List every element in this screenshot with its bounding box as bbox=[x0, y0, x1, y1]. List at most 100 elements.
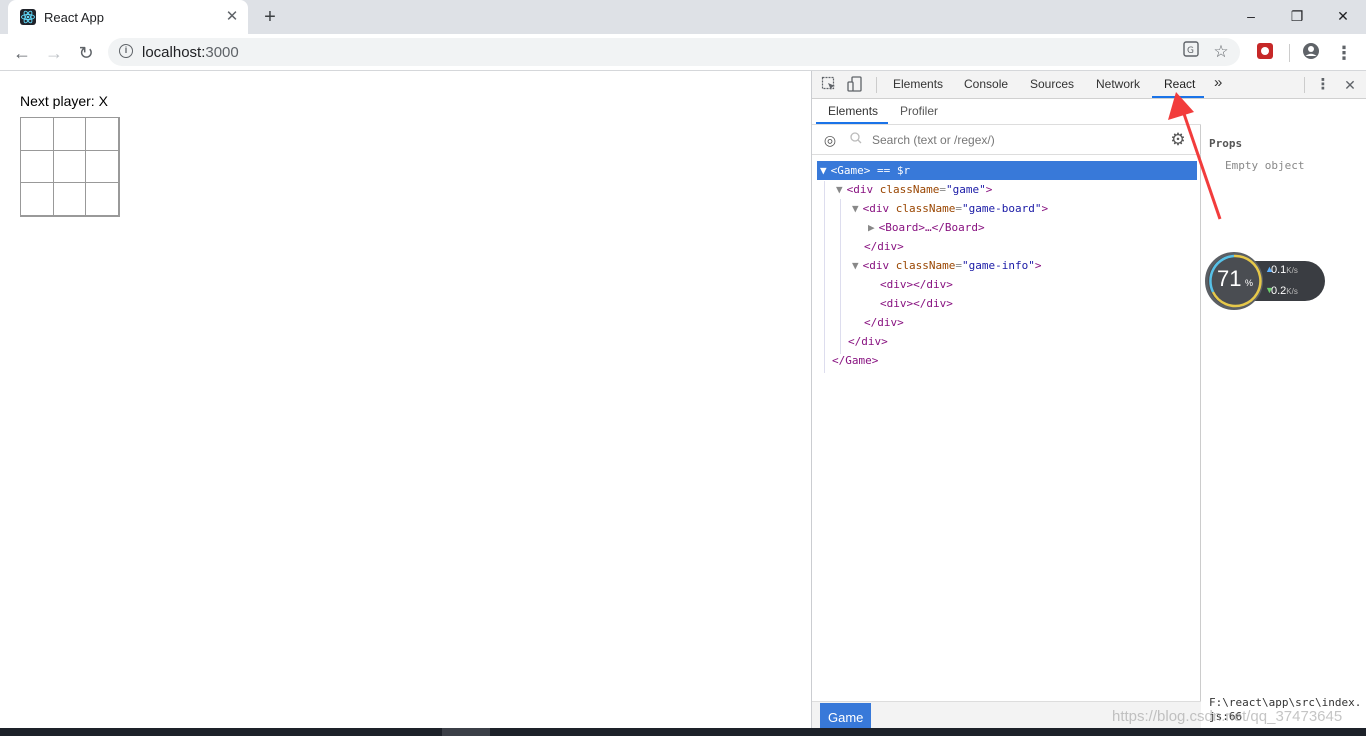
reload-button[interactable]: ↻ bbox=[72, 39, 100, 67]
props-empty-text: Empty object bbox=[1225, 159, 1305, 172]
profile-icon[interactable] bbox=[1300, 42, 1322, 64]
subtab-profiler[interactable]: Profiler bbox=[900, 104, 938, 118]
tree-node[interactable]: ▼ <div className="game"> bbox=[836, 180, 992, 199]
tree-node[interactable]: <div></div> bbox=[868, 275, 953, 294]
translate-icon[interactable]: G bbox=[1180, 41, 1202, 63]
closing-tag: </div> bbox=[848, 335, 888, 348]
tree-node[interactable]: </Game> bbox=[820, 351, 878, 370]
close-window-button[interactable]: ✕ bbox=[1320, 3, 1366, 29]
react-favicon-icon bbox=[20, 9, 36, 25]
annotation-arrow bbox=[1168, 92, 1222, 220]
attr-name: className bbox=[895, 259, 956, 272]
react-subtabs: Elements Profiler bbox=[812, 99, 1201, 125]
site-info-icon[interactable]: i bbox=[119, 44, 133, 58]
toolbar-divider bbox=[1289, 44, 1290, 62]
select-component-icon[interactable]: ◎ bbox=[822, 132, 838, 148]
tabbar-divider bbox=[1304, 77, 1305, 93]
tag-name: div bbox=[869, 259, 890, 272]
tree-node[interactable]: ▼ <div className="game-info"> bbox=[852, 256, 1041, 275]
board-square[interactable] bbox=[52, 182, 87, 216]
board-square[interactable] bbox=[20, 149, 54, 184]
tree-node[interactable]: </div> bbox=[852, 237, 904, 256]
page-viewport: Next player: X bbox=[0, 71, 811, 736]
tree-toggle-icon[interactable]: ▼ bbox=[852, 259, 859, 272]
devtools-tabbar: Elements Console Sources Network React »… bbox=[812, 71, 1366, 99]
tab-title: React App bbox=[44, 10, 104, 25]
address-bar[interactable]: i localhost:3000 G ☆ bbox=[108, 38, 1240, 66]
attr-value: "game-info" bbox=[961, 259, 1035, 272]
tree-toggle-icon[interactable]: ▼ bbox=[836, 183, 843, 196]
tag-name: div bbox=[869, 202, 890, 215]
bookmark-star-icon[interactable]: ☆ bbox=[1210, 41, 1232, 63]
chrome-menu-icon[interactable]: ⋮ bbox=[1333, 42, 1355, 64]
inspect-element-icon[interactable] bbox=[820, 76, 838, 94]
leaf-node: <div></div> bbox=[880, 297, 953, 310]
active-subtab-indicator bbox=[816, 122, 888, 124]
game-status: Next player: X bbox=[20, 93, 108, 109]
tab-console[interactable]: Console bbox=[964, 77, 1008, 91]
tab-close-icon[interactable]: ✕ bbox=[222, 7, 242, 27]
board-square[interactable] bbox=[20, 117, 54, 151]
search-icon bbox=[850, 132, 866, 148]
url-text[interactable]: localhost:3000 bbox=[142, 44, 239, 61]
leaf-node: <div></div> bbox=[880, 278, 953, 291]
closing-tag: </Game> bbox=[832, 354, 879, 367]
tree-toggle-icon[interactable]: ▶ bbox=[868, 221, 875, 234]
minimize-button[interactable]: – bbox=[1228, 3, 1274, 29]
download-speed: 0.2K/s bbox=[1271, 285, 1298, 297]
devtools-menu-icon[interactable]: ⋮ bbox=[1314, 76, 1332, 94]
subtab-elements[interactable]: Elements bbox=[828, 104, 878, 118]
taskbar bbox=[0, 728, 1366, 736]
board-square[interactable] bbox=[52, 117, 87, 151]
board-square[interactable] bbox=[85, 117, 119, 151]
upload-speed: 0.1K/s bbox=[1271, 264, 1298, 276]
close-devtools-icon[interactable]: ✕ bbox=[1341, 76, 1359, 94]
tab-sources[interactable]: Sources bbox=[1030, 77, 1074, 91]
tab-elements[interactable]: Elements bbox=[893, 77, 943, 91]
collapsed-node: <Board>…</Board> bbox=[878, 221, 985, 234]
percent-symbol: % bbox=[1245, 278, 1254, 288]
board-square[interactable] bbox=[52, 149, 87, 184]
tag-name: div bbox=[853, 183, 874, 196]
usage-percent: 71 bbox=[1217, 266, 1242, 291]
tree-guide bbox=[824, 181, 825, 373]
tree-toggle-icon[interactable]: ▼ bbox=[852, 202, 859, 215]
tree-node[interactable]: ▼ <div className="game-board"> bbox=[852, 199, 1048, 218]
react-search-bar: ◎ ⚙ bbox=[812, 125, 1201, 155]
board-square[interactable] bbox=[85, 182, 119, 216]
browser-tab[interactable]: React App ✕ bbox=[8, 0, 248, 34]
taskbar-item[interactable] bbox=[442, 728, 490, 736]
tree-node[interactable]: ▶ <Board>…</Board> bbox=[868, 218, 985, 237]
extension-icon[interactable] bbox=[1254, 42, 1276, 64]
forward-button[interactable]: → bbox=[40, 39, 68, 67]
tree-toggle-icon[interactable]: ▼ bbox=[820, 164, 827, 177]
attr-value: "game" bbox=[945, 183, 986, 196]
device-toolbar-icon[interactable] bbox=[846, 76, 864, 94]
tree-node[interactable]: ▼ <Game> == $r bbox=[817, 161, 1197, 180]
tabbar-divider bbox=[876, 77, 877, 93]
svg-text:G: G bbox=[1187, 46, 1194, 56]
tree-node[interactable]: </div> bbox=[836, 332, 888, 351]
board-square[interactable] bbox=[85, 149, 119, 184]
tab-network[interactable]: Network bbox=[1096, 77, 1140, 91]
closing-tag: </div> bbox=[864, 316, 904, 329]
back-button[interactable]: ← bbox=[8, 39, 36, 67]
board-square[interactable] bbox=[20, 182, 54, 216]
network-speed-widget: 71 % ▲ 0.1K/s ▼ 0.2K/s bbox=[1205, 252, 1325, 310]
attr-value: "game-board" bbox=[961, 202, 1042, 215]
devtools-panel: Elements Console Sources Network React »… bbox=[811, 71, 1366, 736]
tree-guide bbox=[840, 199, 841, 354]
attr-name: className bbox=[895, 202, 956, 215]
game-board bbox=[20, 117, 120, 217]
watermark: https://blog.csdn.net/qq_37473645 bbox=[1112, 708, 1343, 725]
restore-button[interactable]: ❐ bbox=[1274, 3, 1320, 29]
browser-toolbar: ← → ↻ i localhost:3000 G ☆ ⋮ bbox=[0, 34, 1366, 71]
tree-node[interactable]: <div></div> bbox=[868, 294, 953, 313]
ref-suffix: == $r bbox=[870, 164, 911, 177]
new-tab-button[interactable]: + bbox=[258, 5, 282, 29]
react-tree-pane: Elements Profiler ◎ ⚙ ▼<Game> == $r▼<div… bbox=[812, 99, 1201, 736]
tree-node[interactable]: </div> bbox=[852, 313, 904, 332]
tab-strip: React App ✕ + – ❐ ✕ bbox=[0, 0, 1366, 34]
component-search-input[interactable] bbox=[872, 131, 1162, 149]
component-name: <Game> bbox=[830, 164, 871, 177]
